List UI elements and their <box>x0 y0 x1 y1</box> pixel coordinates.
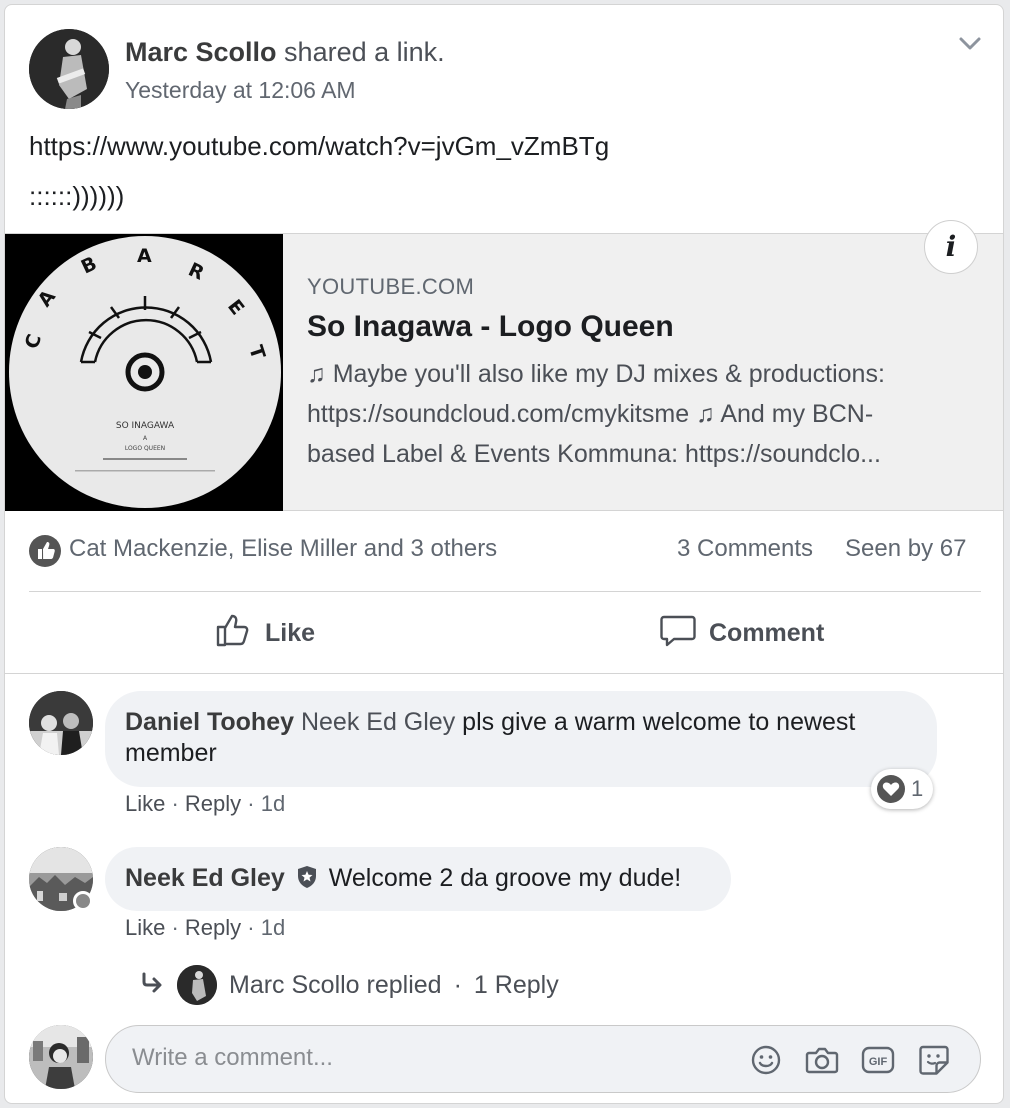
post-card: Marc Scollo shared a link. Yesterday at … <box>4 4 1004 1104</box>
comment-input[interactable]: Write a comment... GIF <box>105 1025 981 1093</box>
author-avatar[interactable] <box>29 29 109 109</box>
like-button-label: Like <box>265 618 316 647</box>
comments-count[interactable]: 3 Comments <box>677 535 813 563</box>
seen-by-count[interactable]: Seen by 67 <box>845 535 966 563</box>
heart-icon <box>877 775 905 803</box>
post-action-text: shared a link. <box>276 37 445 67</box>
info-icon: i <box>945 230 957 263</box>
comment-meta: Like · Reply · 1d <box>125 915 286 940</box>
reply-summary-text: Marc Scollo replied <box>229 970 442 999</box>
comment-time[interactable]: 1d <box>261 915 285 940</box>
comment-button[interactable]: Comment <box>659 613 824 653</box>
comment-time[interactable]: 1d <box>261 791 285 816</box>
post-author-name[interactable]: Marc Scollo <box>125 37 277 67</box>
gif-icon[interactable]: GIF <box>860 1042 896 1078</box>
record-title-text: LOGO QUEEN <box>125 445 165 452</box>
reply-count: 1 Reply <box>473 970 559 999</box>
emoji-icon[interactable] <box>748 1042 784 1078</box>
comment-mention[interactable]: Neek Ed Gley <box>301 708 455 736</box>
post-text-url[interactable]: https://www.youtube.com/watch?v=jvGm_vZm… <box>29 131 609 162</box>
reply-arrow-icon <box>141 970 165 1001</box>
comment-bubble: Neek Ed Gley Welcome 2 da groove my dude… <box>105 847 731 911</box>
camera-icon[interactable] <box>804 1042 840 1078</box>
current-user-avatar <box>29 1025 93 1089</box>
post-timestamp[interactable]: Yesterday at 12:06 AM <box>125 77 356 104</box>
comment-button-label: Comment <box>709 618 825 647</box>
online-status-dot <box>73 891 93 911</box>
like-button[interactable]: Like <box>215 613 315 653</box>
sticker-icon[interactable] <box>916 1042 952 1078</box>
post-text-emoticon: ::::::)))))) <box>29 181 125 211</box>
shield-badge-icon <box>296 865 318 897</box>
divider <box>29 591 981 592</box>
comment-text-continued: member <box>125 739 217 767</box>
reaction-count: 1 <box>911 776 924 801</box>
comment-reply-link[interactable]: Reply <box>185 791 241 816</box>
comment-input-placeholder: Write a comment... <box>132 1044 333 1071</box>
link-domain: YOUTUBE.COM <box>307 274 475 299</box>
link-thumbnail[interactable]: C A B A R E T SO INAGAWA A LOGO QUEEN <box>5 234 283 511</box>
info-button[interactable]: i <box>924 220 978 274</box>
link-title[interactable]: So Inagawa - Logo Queen <box>307 310 674 344</box>
link-description-line: https://soundcloud.com/cmykitsme ♫ And m… <box>307 400 874 428</box>
comment-reaction-pill[interactable]: 1 <box>871 769 933 809</box>
chevron-down-icon[interactable] <box>957 33 983 53</box>
link-preview[interactable]: C A B A R E T SO INAGAWA A LOGO QUEEN i … <box>5 220 1003 511</box>
replies-summary[interactable]: Marc Scollo replied · 1 Reply <box>141 963 559 1007</box>
link-description: ♫ Maybe you'll also like my DJ mixes & p… <box>307 354 991 474</box>
comment-like-link[interactable]: Like <box>125 791 165 816</box>
comment-bubble: Daniel Toohey Neek Ed Gley pls give a wa… <box>105 691 937 787</box>
reactions-summary[interactable]: Cat Mackenzie, Elise Miller and 3 others <box>69 535 497 563</box>
link-description-line: based Label & Events Kommuna: https://so… <box>307 440 881 468</box>
link-description-line: ♫ Maybe you'll also like my DJ mixes & p… <box>307 360 885 388</box>
comment-text: Welcome 2 da groove my dude! <box>328 864 682 892</box>
divider <box>5 673 1003 674</box>
comment-bubble-icon <box>659 611 697 656</box>
comment-text: pls give a warm welcome to newest <box>455 708 856 736</box>
comment-reply-link[interactable]: Reply <box>185 915 241 940</box>
comment-like-link[interactable]: Like <box>125 915 165 940</box>
svg-text:GIF: GIF <box>869 1056 888 1068</box>
thumbs-up-icon <box>215 611 253 656</box>
like-reaction-icon[interactable] <box>29 535 61 567</box>
comment-author[interactable]: Daniel Toohey <box>125 708 294 736</box>
record-artist-text: SO INAGAWA <box>116 421 175 431</box>
commenter-avatar[interactable] <box>29 691 93 755</box>
post-header-line: Marc Scollo shared a link. <box>125 37 445 68</box>
comment-author[interactable]: Neek Ed Gley <box>125 864 285 892</box>
svg-text:A: A <box>137 245 152 267</box>
reply-author-avatar <box>177 965 217 1005</box>
comment-meta: Like · Reply · 1d <box>125 791 286 816</box>
